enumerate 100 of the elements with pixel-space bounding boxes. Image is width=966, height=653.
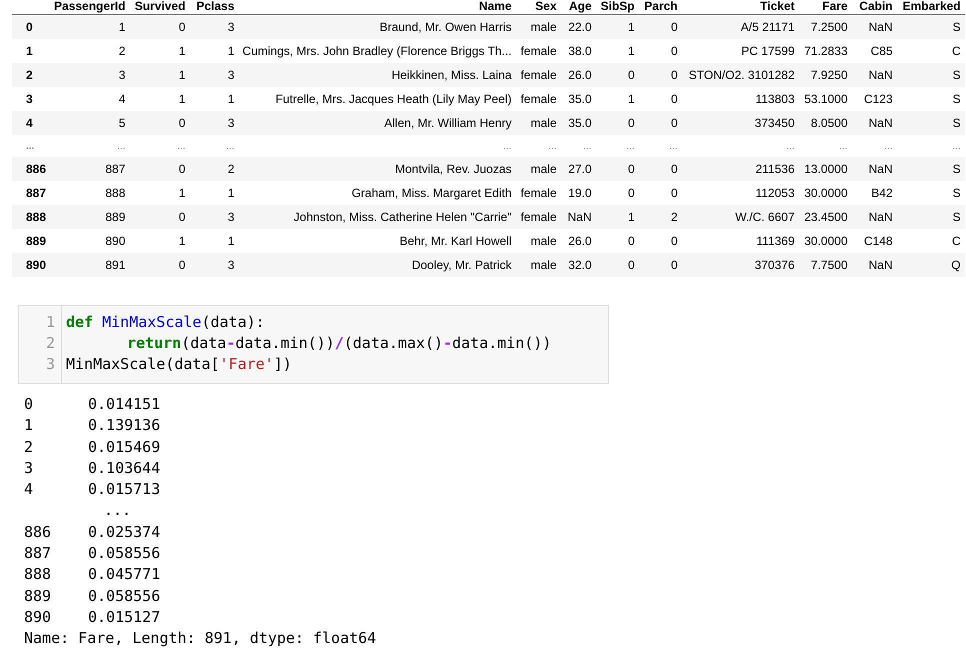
table-cell: 22.0 <box>560 14 596 39</box>
table-cell: female <box>516 205 561 229</box>
table-cell: Heikkinen, Miss. Laina <box>238 63 516 87</box>
row-index: 3 <box>12 87 50 111</box>
row-index: 2 <box>12 63 50 87</box>
table-cell: 891 <box>50 253 130 277</box>
table-cell: 5 <box>50 111 130 135</box>
table-cell: 23.4500 <box>798 205 852 229</box>
table-cell: C <box>896 39 965 63</box>
row-index: 0 <box>12 14 50 39</box>
output-index: 886 <box>24 522 52 543</box>
output-value: 0.015469 <box>88 436 160 458</box>
table-cell: 0 <box>129 157 190 181</box>
table-cell: NaN <box>852 111 897 135</box>
table-cell: 35.0 <box>560 111 596 135</box>
table-cell: 211536 <box>682 157 799 181</box>
table-cell: 3 <box>189 253 238 277</box>
code-line: return(data-data.min())/(data.max()-data.min()) <box>126 333 552 354</box>
table-cell: S <box>896 181 965 205</box>
table-cell: 4 <box>50 87 130 111</box>
table-cell: 890 <box>50 229 130 253</box>
output-index: 887 <box>24 543 52 564</box>
code-cell[interactable]: 1 2 3 def MinMaxScale(data): return(data-data.min())/(data.max()-data.min()) MinMaxScale(data['Fare']) <box>18 305 609 384</box>
table-cell: ... <box>852 135 897 157</box>
table-cell: 0 <box>638 111 682 135</box>
table-cell: 0 <box>596 111 639 135</box>
code-line: MinMaxScale(data['Fare']) <box>66 354 293 375</box>
table-cell: 71.2833 <box>798 39 852 63</box>
table-cell: 1 <box>129 229 190 253</box>
table-cell: 889 <box>50 205 130 229</box>
output-value: 0.058556 <box>88 543 160 564</box>
table-cell: ... <box>516 135 561 157</box>
table-cell: ... <box>682 135 799 157</box>
table-cell: male <box>516 14 561 39</box>
table-cell: S <box>896 205 965 229</box>
table-cell: NaN <box>852 205 897 229</box>
table-cell: 32.0 <box>560 253 596 277</box>
table-cell: NaN <box>852 253 897 277</box>
output-value: 0.045771 <box>88 564 160 586</box>
table-cell: 113803 <box>682 87 799 111</box>
line-number: 3 <box>44 354 55 375</box>
table-cell: 1 <box>189 39 238 63</box>
table-cell: female <box>516 63 561 87</box>
table-cell: C148 <box>852 229 897 253</box>
table-cell: 0 <box>129 205 190 229</box>
output-index: 888 <box>24 564 52 586</box>
table-cell: 887 <box>50 157 130 181</box>
table-cell: NaN <box>852 63 897 87</box>
table-cell: 1 <box>129 39 190 63</box>
table-cell: Graham, Miss. Margaret Edith <box>238 181 516 205</box>
table-cell: female <box>516 181 561 205</box>
table-cell: S <box>896 157 965 181</box>
table-cell: S <box>896 111 965 135</box>
table-cell: 1 <box>596 14 639 39</box>
table-cell: 27.0 <box>560 157 596 181</box>
table-cell: male <box>516 253 561 277</box>
output-value: 0.058556 <box>88 586 160 607</box>
output-value: 0.015127 <box>88 606 160 628</box>
code-line: def MinMaxScale(data): <box>66 312 266 333</box>
table-cell: 1 <box>189 87 238 111</box>
table-cell: Futrelle, Mrs. Jacques Heath (Lily May Peel) <box>238 87 516 111</box>
table-cell: 0 <box>638 87 682 111</box>
table-cell: 0 <box>596 181 639 205</box>
table-cell: 7.7500 <box>798 253 852 277</box>
table-cell: 38.0 <box>560 39 596 63</box>
table-cell: ... <box>798 135 852 157</box>
table-cell: ... <box>238 135 516 157</box>
table-cell: 1 <box>189 181 238 205</box>
table-cell: S <box>896 63 965 87</box>
table-cell: 1 <box>129 63 190 87</box>
table-cell: 8.0500 <box>798 111 852 135</box>
table-cell: 0 <box>596 157 639 181</box>
table-cell: 0 <box>638 181 682 205</box>
output-ellipsis: ... <box>104 500 132 522</box>
table-cell: 1 <box>189 229 238 253</box>
output-index: 4 <box>24 479 34 500</box>
line-number: 2 <box>44 333 55 354</box>
output-index: 889 <box>24 586 52 607</box>
table-cell: Cumings, Mrs. John Bradley (Florence Briggs Th... <box>238 39 516 63</box>
output-value: 0.103644 <box>88 458 160 479</box>
line-number: 1 <box>44 312 55 333</box>
table-cell: 0 <box>638 63 682 87</box>
output-value: 0.014151 <box>88 394 160 415</box>
output-index: 2 <box>24 436 34 458</box>
table-cell: 0 <box>596 253 639 277</box>
table-cell: 1 <box>596 87 639 111</box>
table-cell: 1 <box>596 39 639 63</box>
output-summary: Name: Fare, Length: 891, dtype: float64 <box>24 628 378 650</box>
table-cell: 112053 <box>682 181 799 205</box>
table-cell: female <box>516 39 561 63</box>
output-index: 890 <box>24 606 52 628</box>
table-cell: 0 <box>129 253 190 277</box>
table-cell: ... <box>50 135 130 157</box>
table-cell: PC 17599 <box>682 39 799 63</box>
table-cell: 373450 <box>682 111 799 135</box>
table-cell: B42 <box>852 181 897 205</box>
table-cell: 7.2500 <box>798 14 852 39</box>
table-cell: 7.9250 <box>798 63 852 87</box>
table-cell: ... <box>189 135 238 157</box>
table-cell: NaN <box>852 157 897 181</box>
